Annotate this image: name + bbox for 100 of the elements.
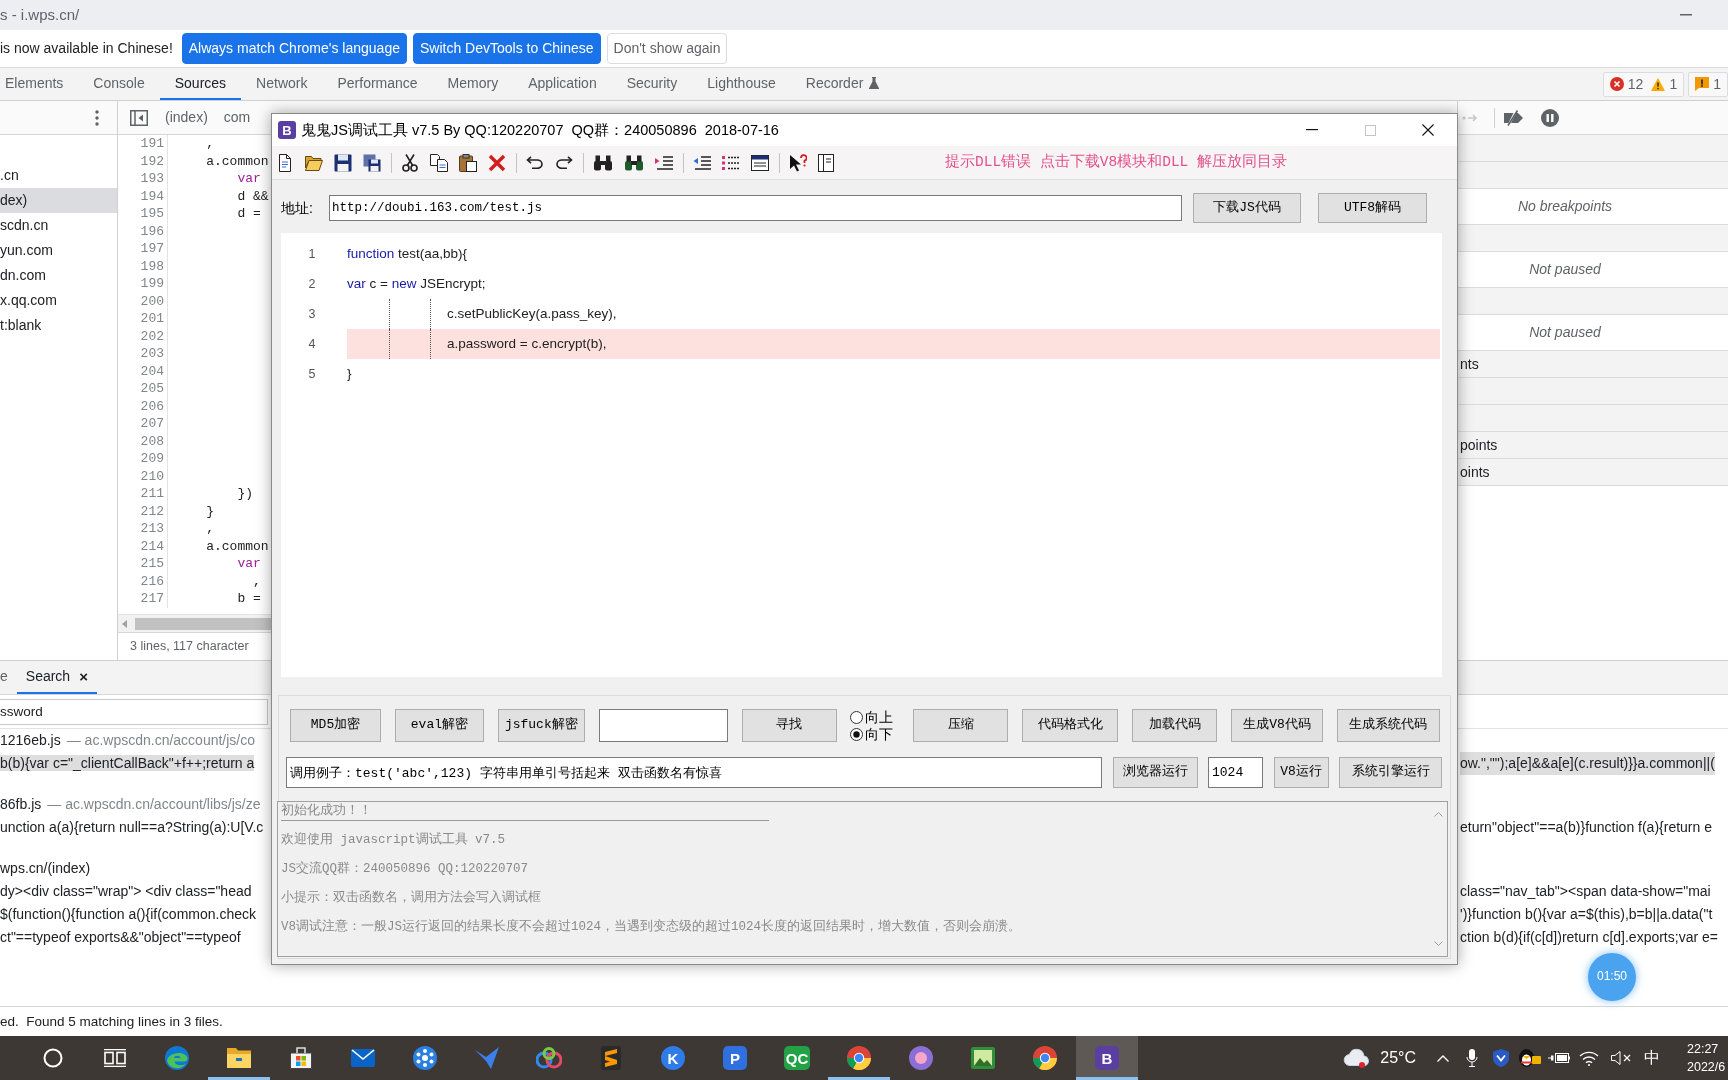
file-name[interactable]: 86fb.js	[0, 796, 42, 812]
radio-option[interactable]: 向上	[850, 710, 900, 724]
panel-tab[interactable]: Application	[513, 68, 612, 100]
panel-tab[interactable]: Memory	[432, 68, 514, 100]
match-line[interactable]: ct"==typeof exports&&"object"==typeof	[0, 929, 241, 945]
more-options-icon[interactable]	[95, 109, 99, 126]
drawer-tab[interactable]: e	[0, 661, 17, 694]
cloud-icon[interactable]	[1343, 1048, 1372, 1068]
file-tree-item[interactable]: scdn.cn	[0, 213, 117, 238]
file-tree-item[interactable]: x.qq.com	[0, 288, 117, 313]
action-button[interactable]: 下载JS代码	[1193, 193, 1301, 223]
search-field[interactable]: ssword	[0, 698, 268, 725]
action-button[interactable]: 加载代码	[1132, 709, 1218, 742]
issues-counter[interactable]: 1	[1688, 71, 1728, 97]
text-field[interactable]: 调用例子：test('abc',123) 字符串用单引号括起来 双击函数名有惊喜	[286, 757, 1102, 788]
binoculars-icon[interactable]	[624, 154, 644, 171]
action-button[interactable]: 系统引擎运行	[1339, 757, 1442, 788]
taskbar-button[interactable]: B	[1076, 1036, 1138, 1080]
file-tab[interactable]: com	[215, 100, 259, 135]
wifi-icon[interactable]	[1579, 1050, 1599, 1066]
pointer-help-icon[interactable]	[789, 153, 807, 172]
file-name[interactable]: 1216eb.js	[0, 732, 61, 748]
action-button[interactable]: 浏览器运行	[1112, 757, 1198, 788]
breakpoint-off-icon[interactable]	[1504, 109, 1523, 126]
input-method-indicator[interactable]: 中	[1637, 1047, 1667, 1069]
penguin-icon[interactable]	[1518, 1049, 1541, 1067]
scissors-icon[interactable]	[401, 153, 419, 172]
chevron-up-icon[interactable]	[1436, 1054, 1449, 1062]
panel-tab[interactable]: Lighthouse	[692, 68, 791, 100]
action-button[interactable]: V8运行	[1273, 757, 1329, 788]
file-tree-item[interactable]: yun.com	[0, 238, 117, 263]
drawer-tab[interactable]: Search ×	[16, 661, 97, 694]
match-line[interactable]: ction b(d){if(c[d])return c[d].exports;var e=	[1460, 926, 1718, 949]
clipboard-icon[interactable]	[459, 153, 477, 172]
microphone-icon[interactable]	[1465, 1049, 1478, 1067]
file-tree-item[interactable]: dn.com	[0, 263, 117, 288]
clock-date[interactable]: 2022/6	[1687, 1058, 1728, 1076]
list-icon[interactable]	[722, 154, 740, 171]
speaker-mute-icon[interactable]	[1610, 1051, 1632, 1065]
action-button[interactable]: 压缩	[913, 709, 1009, 742]
address-field[interactable]: http://doubi.163.com/test.js	[329, 195, 1182, 221]
match-line[interactable]: dy><div class="wrap"> <div class="head	[0, 883, 252, 899]
infobar-button[interactable]: Don't show again	[606, 33, 728, 64]
panel-tab[interactable]: Security	[611, 68, 693, 100]
clock-time[interactable]: 22:27	[1687, 1040, 1728, 1058]
taskbar-button[interactable]: P	[704, 1036, 766, 1080]
file-tree-item[interactable]: dex)	[0, 188, 117, 213]
document-icon[interactable]	[276, 153, 294, 172]
action-button[interactable]: 寻找	[741, 709, 837, 742]
file-tree-item[interactable]: .cn	[0, 163, 117, 188]
close-tab-button[interactable]: ×	[79, 669, 88, 684]
radio-option[interactable]: 向下	[850, 727, 900, 741]
undo-icon[interactable]	[526, 156, 544, 169]
action-button[interactable]: UTF8解码	[1318, 193, 1427, 223]
cross-icon[interactable]	[488, 153, 506, 172]
temperature[interactable]: 25°C	[1380, 1047, 1416, 1069]
section-header[interactable]: points	[1458, 432, 1728, 459]
file-tree-item[interactable]: t:blank	[0, 313, 117, 338]
folder-icon[interactable]	[305, 154, 323, 171]
issues-counter[interactable]: 12 1	[1602, 71, 1685, 97]
panel-tab[interactable]: Recorder	[790, 68, 895, 100]
close-icon[interactable]	[1422, 124, 1434, 136]
file-name[interactable]: wps.cn/(index)	[0, 860, 91, 876]
match-line[interactable]: unction a(a){return null==a?String(a):U[V.c	[0, 819, 264, 835]
radio-icon[interactable]	[850, 710, 864, 724]
match-line[interactable]: class="nav_tab"><span data-show="mai	[1460, 880, 1711, 903]
battery-icon[interactable]	[1547, 1052, 1570, 1064]
redo-icon[interactable]	[555, 156, 573, 169]
panel-tab[interactable]: Performance	[322, 68, 433, 100]
taskbar-button[interactable]: K	[642, 1036, 704, 1080]
panel-icon[interactable]	[818, 153, 834, 172]
section-header[interactable]: nts	[1458, 351, 1728, 378]
panel-tab[interactable]: Elements	[0, 68, 79, 100]
copy-icon[interactable]	[430, 153, 448, 172]
match-line[interactable]: eturn"object"==a(b)}function f(a){return e	[1460, 816, 1712, 839]
section-header[interactable]: oints	[1458, 459, 1728, 486]
shield-icon[interactable]	[1492, 1049, 1509, 1067]
infobar-button[interactable]: Switch DevTools to Chinese	[413, 33, 601, 64]
find-field[interactable]	[598, 709, 728, 742]
action-button[interactable]: jsfuck解密	[497, 709, 585, 742]
window-icon[interactable]	[751, 154, 769, 171]
minimize-icon[interactable]	[1306, 129, 1318, 131]
floppy-disks-icon[interactable]	[363, 153, 381, 172]
panel-tab[interactable]: Console	[78, 68, 160, 100]
sidebar-toggle-icon[interactable]	[130, 109, 148, 126]
action-button[interactable]: eval解密	[394, 709, 484, 742]
panel-tab[interactable]: Network	[241, 68, 323, 100]
match-line[interactable]: $(function(){function a(){if(common.check	[0, 906, 256, 922]
binoculars-icon[interactable]	[593, 154, 613, 171]
infobar-button[interactable]: Always match Chrome's language	[181, 33, 407, 64]
file-tab[interactable]: (index)	[157, 100, 216, 135]
action-button[interactable]: 生成V8代码	[1231, 709, 1323, 742]
action-button[interactable]: 生成系统代码	[1336, 709, 1440, 742]
radio-icon[interactable]	[850, 727, 864, 741]
outdent-icon[interactable]	[693, 154, 711, 171]
text-field[interactable]: 1024	[1208, 757, 1263, 788]
code-editor[interactable]: 1 function test(aa,bb){ 2 var c = new JSEncrypt; 3 c.setPublicKey(a.pass_key), 4 a.password = c.encrypt(b), 5 }	[281, 233, 1442, 677]
match-line[interactable]: ')}function b(){var a=$(this),b=b||a.data("t	[1460, 903, 1713, 926]
action-button[interactable]: MD5加密	[290, 709, 381, 742]
action-button[interactable]: 代码格式化	[1022, 709, 1119, 742]
